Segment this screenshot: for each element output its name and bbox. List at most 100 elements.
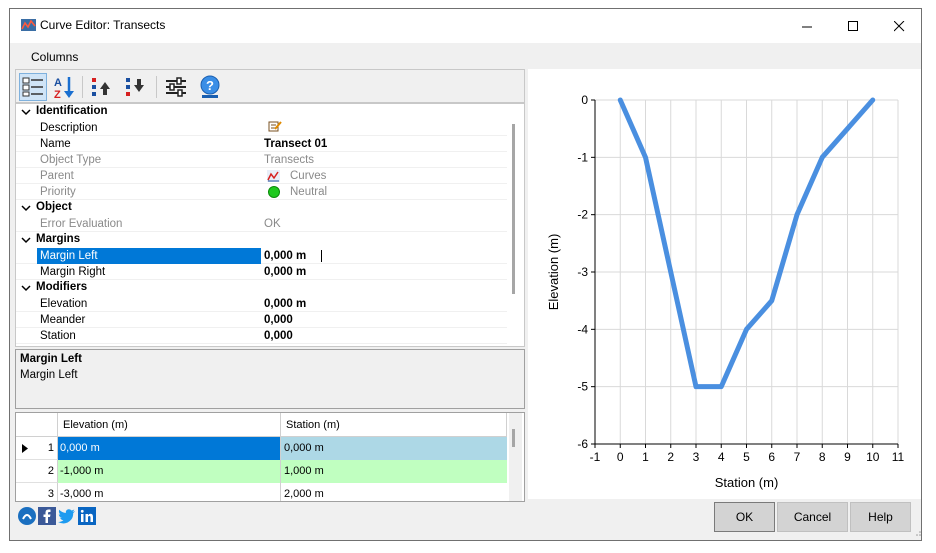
description-value[interactable]	[264, 120, 282, 136]
column-header-elevation[interactable]: Elevation (m)	[58, 413, 281, 437]
property-name: Object Type	[40, 154, 102, 166]
table-scrollbar[interactable]	[509, 413, 522, 501]
social-links	[18, 507, 96, 529]
move-down-icon	[126, 78, 144, 96]
property-name: Station	[40, 330, 76, 342]
cell-elevation[interactable]: 0,000 m	[58, 437, 281, 460]
twitter-icon[interactable]	[58, 507, 76, 525]
error-evaluation-value: OK	[264, 218, 281, 230]
svg-text:A: A	[54, 77, 62, 89]
scrollbar-thumb[interactable]	[512, 429, 515, 447]
cell-station[interactable]: 0,000 m	[281, 437, 507, 460]
facebook-icon[interactable]	[38, 507, 56, 525]
property-row-meander[interactable]: Meander 0,000	[16, 312, 507, 328]
margin-right-value[interactable]: 0,000 m	[264, 264, 306, 280]
resize-grip-icon[interactable]	[911, 526, 922, 537]
property-row-object-type: Object Type Transects	[16, 152, 507, 168]
x-tick-label: 5	[743, 450, 750, 464]
ok-button[interactable]: OK	[714, 502, 775, 532]
row-header[interactable]: 3	[16, 483, 58, 501]
object-type-value: Transects	[264, 154, 315, 166]
close-button[interactable]	[876, 9, 921, 43]
maximize-button[interactable]	[830, 9, 876, 43]
chevron-down-icon[interactable]	[21, 283, 31, 293]
priority-value[interactable]: Neutral	[290, 184, 327, 200]
property-row-margin-left[interactable]: Margin Left 0,000 m	[16, 248, 507, 264]
category-margins[interactable]: Margins	[16, 232, 507, 248]
svg-text:?: ?	[206, 78, 214, 93]
move-down-button[interactable]	[122, 73, 150, 101]
move-up-icon	[92, 78, 110, 96]
property-row-station[interactable]: Station 0,000	[16, 328, 507, 344]
category-identification[interactable]: Identification	[16, 104, 507, 120]
property-name: Description	[40, 122, 98, 134]
maximize-icon	[847, 20, 858, 31]
property-row-priority[interactable]: Priority Neutral	[16, 184, 507, 200]
app-logo-icon[interactable]	[18, 507, 36, 525]
property-description-box: Margin Left Margin Left	[15, 349, 525, 409]
property-row-margin-right[interactable]: Margin Right 0,000 m	[16, 264, 507, 280]
cell-station[interactable]: 2,000 m	[281, 483, 507, 501]
categorized-view-button[interactable]	[19, 73, 47, 101]
svg-text:Z: Z	[54, 89, 61, 99]
help-button-toolbar[interactable]: ?	[196, 73, 224, 101]
margin-left-input[interactable]: 0,000 m	[264, 248, 306, 264]
settings-button[interactable]	[162, 73, 190, 101]
table-row[interactable]: 2 -1,000 m 1,000 m	[16, 460, 507, 483]
meander-value[interactable]: 0,000	[264, 312, 293, 328]
row-header[interactable]: 2	[16, 460, 58, 483]
cancel-button[interactable]: Cancel	[777, 502, 848, 532]
help-button[interactable]: Help	[850, 502, 911, 532]
cell-station[interactable]: 1,000 m	[281, 460, 507, 483]
row-number: 1	[47, 442, 54, 454]
property-row-parent: Parent Curves	[16, 168, 507, 184]
cell-elevation[interactable]: -3,000 m	[58, 483, 281, 501]
chevron-down-icon[interactable]	[21, 107, 31, 117]
toolbar-separator	[82, 76, 83, 98]
sort-az-icon: A Z	[54, 77, 74, 99]
edit-note-icon[interactable]	[268, 120, 282, 132]
chevron-down-icon[interactable]	[21, 203, 31, 213]
property-name: Name	[40, 138, 71, 150]
move-up-button[interactable]	[88, 73, 116, 101]
elevation-chart: -1 0 1 2 3 4 5 6 7 8 9 10 11 0 -1 -2 -3 -4 -5 -6 Station (m)…	[546, 93, 905, 490]
category-modifiers[interactable]: Modifiers	[16, 280, 507, 296]
x-tick-label: 1	[642, 450, 649, 464]
property-row-name[interactable]: Name Transect 01	[16, 136, 507, 152]
curve-points-table: Elevation (m) Station (m) 1 0,000 m 0,00…	[15, 412, 525, 502]
sort-az-button[interactable]: A Z	[50, 73, 78, 101]
curve-editor-window: Curve Editor: Transects Columns A Z ? Id…	[9, 8, 922, 541]
table-row[interactable]: 1 0,000 m 0,000 m	[16, 437, 507, 460]
text-cursor	[321, 250, 322, 262]
name-value[interactable]: Transect 01	[264, 136, 327, 152]
property-row-elevation[interactable]: Elevation 0,000 m	[16, 296, 507, 312]
elevation-value[interactable]: 0,000 m	[264, 296, 306, 312]
category-label: Margins	[36, 233, 81, 245]
x-tick-label: 11	[892, 450, 905, 464]
x-tick-label: 7	[794, 450, 801, 464]
chart-panel: -1 0 1 2 3 4 5 6 7 8 9 10 11 0 -1 -2 -3 -4 -5 -6 Station (m)…	[528, 69, 921, 499]
category-object[interactable]: Object	[16, 200, 507, 216]
menu-bar: Columns	[10, 43, 921, 69]
x-tick-label: -1	[590, 450, 601, 464]
property-row-error-evaluation: Error Evaluation OK	[16, 216, 507, 232]
window-title: Curve Editor: Transects	[40, 18, 166, 32]
menu-columns[interactable]: Columns	[31, 50, 78, 64]
station-value[interactable]: 0,000	[264, 328, 293, 344]
linkedin-icon[interactable]	[78, 507, 96, 525]
property-grid-scrollbar[interactable]	[509, 104, 522, 346]
current-row-arrow-icon	[22, 444, 28, 453]
property-row-description[interactable]: Description	[16, 120, 507, 136]
priority-status-icon	[268, 186, 280, 198]
column-header-station[interactable]: Station (m)	[281, 413, 507, 437]
x-tick-label: 2	[667, 450, 674, 464]
table-row[interactable]: 3 -3,000 m 2,000 m	[16, 483, 507, 501]
scrollbar-thumb[interactable]	[512, 124, 515, 294]
table-corner-header	[16, 413, 58, 437]
minimize-button[interactable]	[784, 9, 830, 43]
help-icon: ?	[200, 75, 220, 98]
parent-value: Curves	[290, 170, 327, 182]
chevron-down-icon[interactable]	[21, 235, 31, 245]
cell-elevation[interactable]: -1,000 m	[58, 460, 281, 483]
row-header[interactable]: 1	[16, 437, 58, 460]
